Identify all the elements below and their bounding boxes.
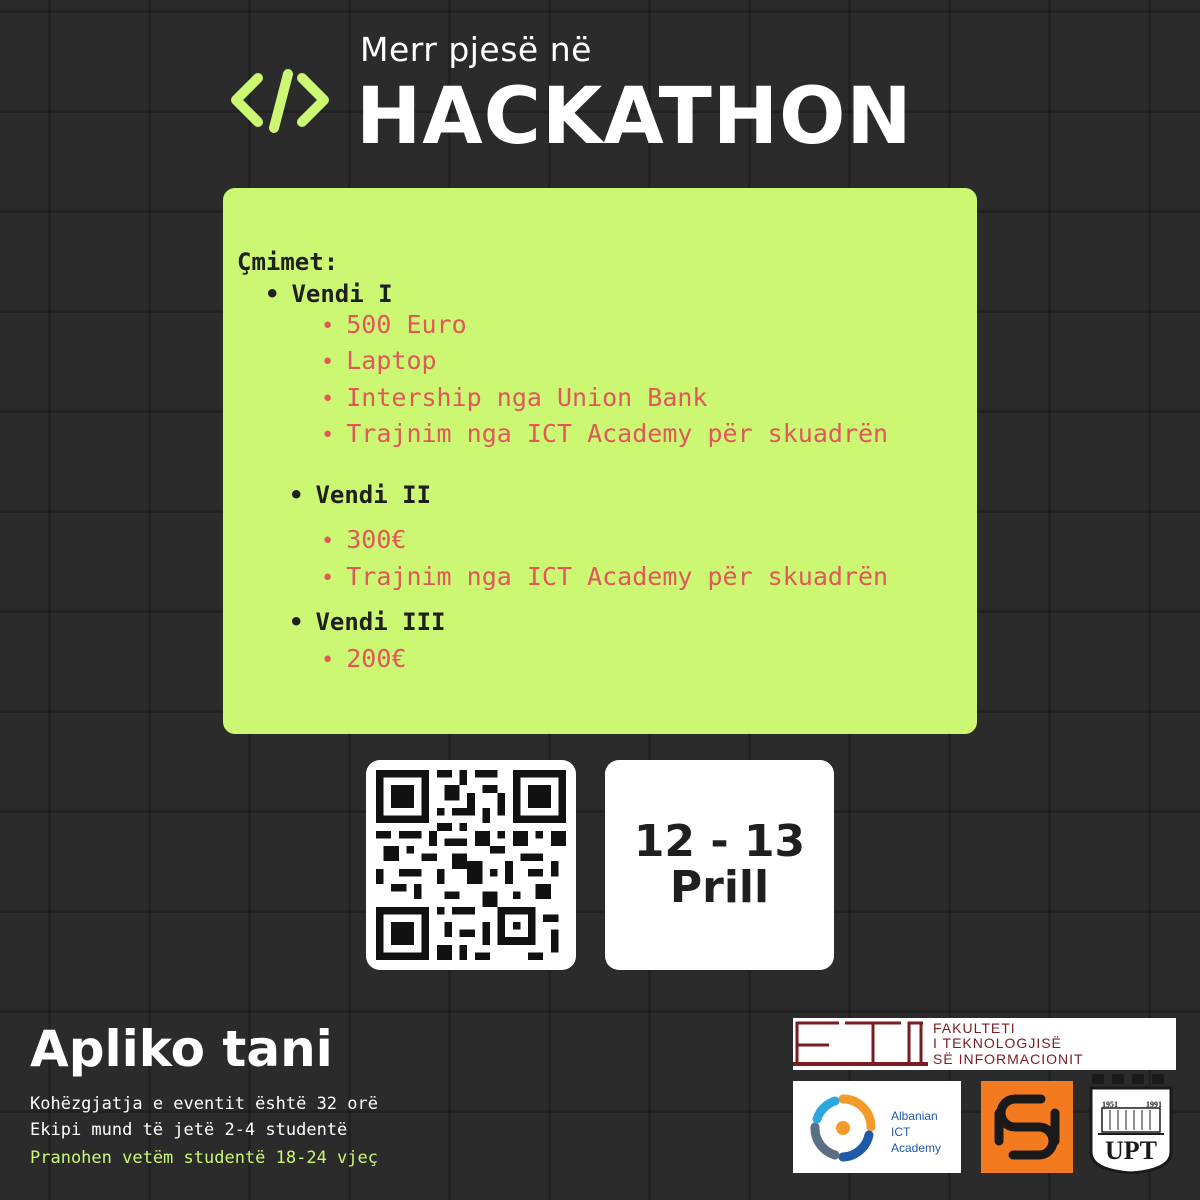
upt-year: 1951 bbox=[1102, 1100, 1118, 1109]
upt-wordmark: UPT bbox=[1105, 1136, 1157, 1165]
apply-now-heading: Apliko tani bbox=[30, 1020, 333, 1078]
fti-name-line: I TEKNOLOGJISË bbox=[933, 1035, 1062, 1051]
prize-item: Laptop bbox=[321, 346, 436, 375]
date-range: 12 - 13 bbox=[633, 815, 806, 867]
ict-academy-mark-icon bbox=[810, 1094, 876, 1162]
fti-mark-icon bbox=[793, 1021, 928, 1066]
prize-level-1: Vendi I bbox=[265, 280, 392, 308]
prize-item: Trajnim nga ICT Academy për skuadrën bbox=[321, 562, 888, 591]
fti-logo: FAKULTETI I TEKNOLOGJISË SË INFORMACIONI… bbox=[793, 1018, 1176, 1070]
albanian-ict-academy-logo: Albanian ICT Academy bbox=[793, 1081, 961, 1173]
ict-academy-name-line: Albanian bbox=[891, 1109, 938, 1123]
ict-academy-name-line: ICT bbox=[891, 1125, 911, 1139]
qr-code-icon bbox=[376, 770, 566, 960]
ict-academy-name-line: Academy bbox=[891, 1141, 942, 1155]
prize-level-2: Vendi II bbox=[289, 481, 431, 509]
prize-item: Intership nga Union Bank bbox=[321, 383, 707, 412]
prize-item: 200€ bbox=[321, 644, 406, 673]
fti-name-line: SË INFORMACIONIT bbox=[933, 1051, 1084, 1067]
chain-logo bbox=[981, 1081, 1073, 1173]
code-brackets-icon bbox=[231, 69, 329, 133]
upt-year: 1991 bbox=[1146, 1100, 1162, 1109]
fti-name-line: FAKULTETI bbox=[933, 1020, 1016, 1036]
header-subtitle: Merr pjesë në bbox=[360, 30, 592, 69]
event-duration-text: Kohëzgjatja e eventit është 32 orë bbox=[30, 1094, 378, 1114]
event-date-card: 12 - 13 Prill bbox=[605, 760, 834, 970]
prize-item: 500 Euro bbox=[321, 310, 466, 339]
prize-item: Trajnim nga ICT Academy për skuadrën bbox=[321, 419, 888, 448]
chain-link-icon bbox=[994, 1094, 1060, 1160]
prizes-heading: Çmimet: bbox=[237, 248, 339, 276]
prize-level-3: Vendi III bbox=[289, 608, 445, 636]
upt-logo: 1951 1991 UPT bbox=[1088, 1074, 1174, 1174]
qr-code-card[interactable] bbox=[366, 760, 576, 970]
event-title: HACKATHON bbox=[356, 72, 913, 162]
prize-card: Çmimet: Vendi I 500 Euro Laptop Intershi… bbox=[223, 188, 977, 734]
prize-item: 300€ bbox=[321, 525, 406, 554]
eligibility-text: Pranohen vetëm studentë 18-24 vjeç bbox=[30, 1148, 378, 1168]
team-size-text: Ekipi mund të jetë 2-4 studentë bbox=[30, 1120, 348, 1140]
date-month: Prill bbox=[669, 862, 770, 913]
